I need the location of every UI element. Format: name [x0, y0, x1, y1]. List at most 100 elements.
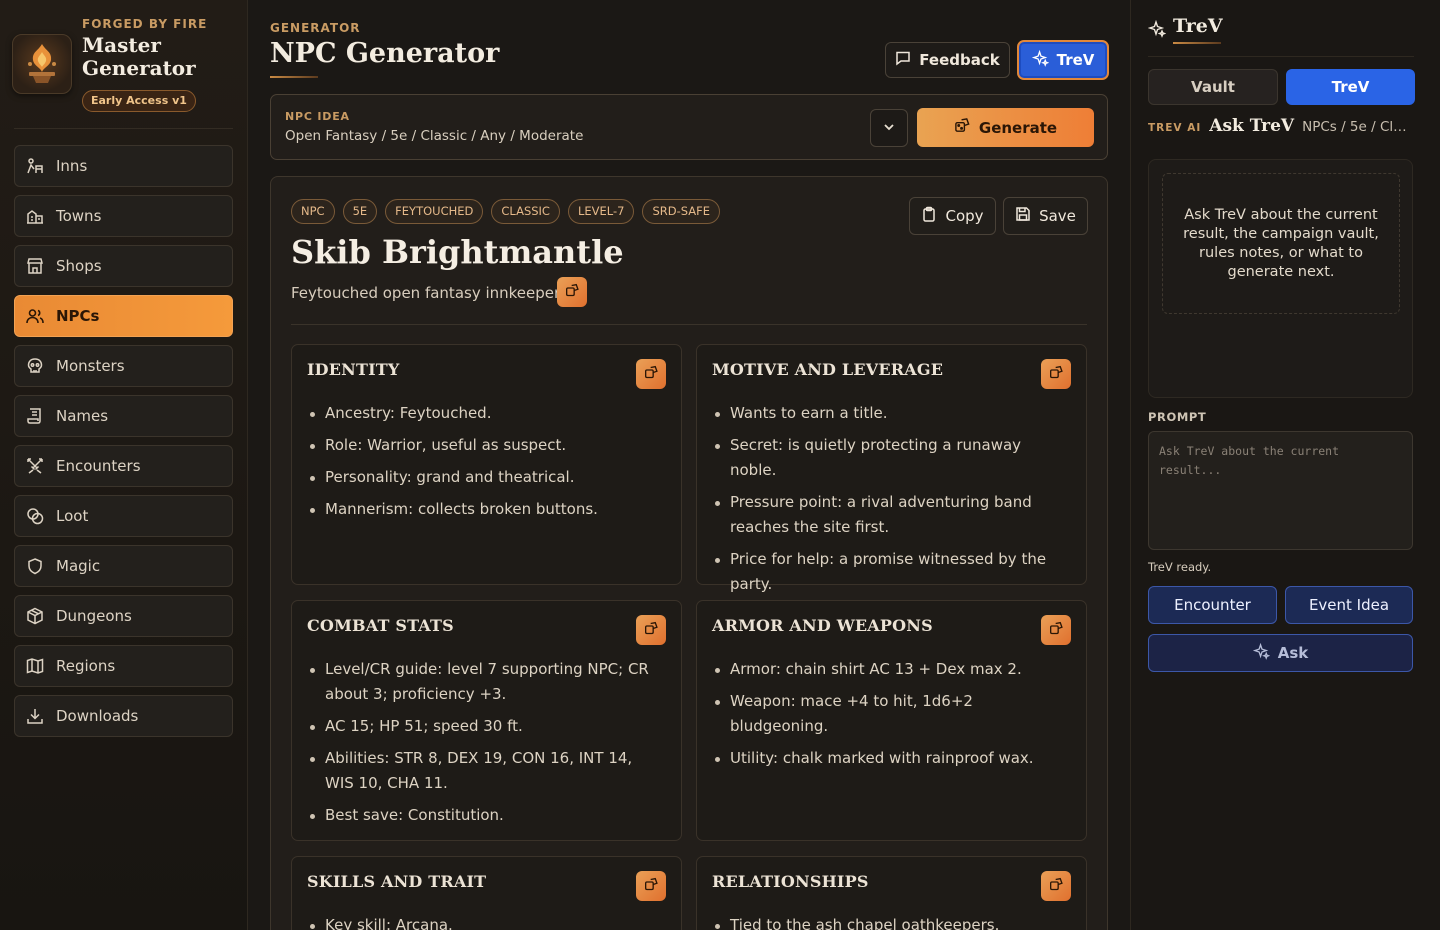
event-idea-button[interactable]: Event Idea	[1285, 586, 1413, 624]
chat-history: Ask TreV about the current result, the c…	[1148, 159, 1413, 398]
list-item: Level/CR guide: level 7 supporting NPC; …	[307, 657, 663, 707]
tag: SRD-SAFE	[642, 199, 721, 224]
tag-list: NPC 5E FEYTOUCHED CLASSIC LEVEL-7 SRD-SA…	[291, 199, 721, 224]
npc-subtitle: Feytouched open fantasy innkeeper	[291, 284, 561, 302]
armor-weapons-section: ARMOR AND WEAPONS Armor: chain shirt AC …	[696, 600, 1087, 841]
save-icon	[1015, 206, 1031, 226]
list-item: Wants to earn a title.	[712, 401, 1068, 426]
sidebar-item-monsters[interactable]: Monsters	[14, 345, 233, 387]
motive-section: MOTIVE AND LEVERAGE Wants to earn a titl…	[696, 344, 1087, 593]
sidebar-item-label: Downloads	[56, 707, 139, 725]
page-kicker: GENERATOR	[270, 21, 361, 35]
sidebar-item-npcs[interactable]: NPCs	[14, 295, 233, 337]
relationships-section: RELATIONSHIPS Tied to the ash chapel oat…	[696, 856, 1087, 930]
sidebar-item-label: Inns	[56, 157, 88, 175]
save-button[interactable]: Save	[1003, 197, 1088, 235]
section-title: SKILLS AND TRAIT	[307, 872, 487, 891]
sidebar-item-inns[interactable]: Inns	[14, 145, 233, 187]
sidebar-item-encounters[interactable]: Encounters	[14, 445, 233, 487]
section-title: ARMOR AND WEAPONS	[712, 616, 933, 635]
list-item: Weapon: mace +4 to hit, 1d6+2 bludgeonin…	[712, 689, 1068, 739]
clipboard-icon	[921, 206, 937, 226]
dice-icon	[644, 365, 659, 384]
ask-button[interactable]: Ask	[1148, 634, 1413, 672]
dice-icon	[644, 877, 659, 896]
tag: LEVEL-7	[567, 199, 635, 224]
idea-kicker: NPC IDEA	[285, 110, 350, 123]
reroll-section-button[interactable]	[1041, 615, 1071, 645]
sidebar-item-shops[interactable]: Shops	[14, 245, 233, 287]
ask-title: Ask TreV	[1209, 116, 1295, 136]
sidebar-item-label: Shops	[56, 257, 102, 275]
sidebar-item-names[interactable]: Names	[14, 395, 233, 437]
crossed-swords-icon	[26, 457, 44, 475]
list-item: Abilities: STR 8, DEX 19, CON 16, INT 14…	[307, 746, 663, 796]
sidebar-item-magic[interactable]: Magic	[14, 545, 233, 587]
list-item: Price for help: a promise witnessed by t…	[712, 547, 1068, 597]
dice-icon	[1049, 621, 1064, 640]
copy-button[interactable]: Copy	[909, 197, 996, 235]
brand-divider	[14, 128, 233, 129]
idea-options-dropdown[interactable]	[870, 109, 908, 147]
sidebar-item-label: Regions	[56, 657, 116, 675]
feedback-label: Feedback	[919, 51, 1000, 69]
brand: FORGED BY FIRE Master Generator Early Ac…	[12, 14, 236, 126]
generate-label: Generate	[978, 118, 1058, 137]
idea-breadcrumb: Open Fantasy / 5e / Classic / Any / Mode…	[285, 128, 584, 144]
list-item: Best save: Constitution.	[307, 803, 663, 828]
trev-button[interactable]: TreV	[1017, 40, 1109, 80]
reroll-section-button[interactable]	[636, 359, 666, 389]
reroll-section-button[interactable]	[1041, 871, 1071, 901]
tab-trev[interactable]: TreV	[1286, 69, 1415, 105]
early-access-badge: Early Access v1	[82, 90, 196, 112]
sidebar-item-regions[interactable]: Regions	[14, 645, 233, 687]
ask-header: TREV AI Ask TreV NPCs / 5e / Clas...	[1148, 116, 1414, 136]
section-list: Tied to the ash chapel oathkeepers.	[712, 913, 1068, 930]
sidebar-item-label: Magic	[56, 557, 101, 575]
sidebar-item-label: Names	[56, 407, 109, 425]
brand-title: Master Generator	[82, 33, 196, 80]
tab-vault[interactable]: Vault	[1148, 69, 1278, 105]
reroll-section-button[interactable]	[636, 871, 666, 901]
dice-icon	[954, 117, 971, 138]
generate-button[interactable]: Generate	[917, 108, 1094, 147]
sidebar-item-downloads[interactable]: Downloads	[14, 695, 233, 737]
title-underline	[270, 76, 318, 78]
ask-label: Ask	[1277, 644, 1309, 662]
panel-underline	[1173, 42, 1221, 44]
prompt-input[interactable]	[1148, 431, 1413, 550]
box-icon	[26, 607, 44, 625]
dice-icon	[1049, 365, 1064, 384]
sidebar: FORGED BY FIRE Master Generator Early Ac…	[0, 0, 248, 930]
combat-stats-section: COMBAT STATS Level/CR guide: level 7 sup…	[291, 600, 682, 841]
sidebar-item-label: Dungeons	[56, 607, 132, 625]
section-title: MOTIVE AND LEVERAGE	[712, 360, 944, 379]
scroll-icon	[26, 407, 44, 425]
skills-trait-section: SKILLS AND TRAIT Key skill: Arcana.	[291, 856, 682, 930]
reroll-section-button[interactable]	[636, 615, 666, 645]
encounter-button[interactable]: Encounter	[1148, 586, 1277, 624]
panel-divider	[1148, 56, 1414, 57]
dice-icon	[1049, 877, 1064, 896]
copy-label: Copy	[945, 207, 984, 225]
trev-panel: TreV Vault TreV TREV AI Ask TreV NPCs / …	[1130, 0, 1440, 930]
sidebar-item-label: Loot	[56, 507, 89, 525]
section-title: RELATIONSHIPS	[712, 872, 869, 891]
panel-title: TreV	[1173, 15, 1223, 37]
sidebar-item-loot[interactable]: Loot	[14, 495, 233, 537]
tag: 5E	[342, 199, 378, 224]
prompt-label: PROMPT	[1148, 410, 1207, 424]
reroll-section-button[interactable]	[1041, 359, 1071, 389]
feedback-button[interactable]: Feedback	[885, 42, 1010, 78]
sidebar-item-dungeons[interactable]: Dungeons	[14, 595, 233, 637]
save-label: Save	[1039, 207, 1076, 225]
main-content: GENERATOR NPC Generator Feedback TreV NP…	[248, 0, 1130, 930]
sidebar-item-label: Monsters	[56, 357, 125, 375]
map-icon	[26, 657, 44, 675]
section-list: Key skill: Arcana.	[307, 913, 663, 930]
message-icon	[895, 50, 911, 70]
list-item: Pressure point: a rival adventuring band…	[712, 490, 1068, 540]
trev-label: TreV	[1056, 51, 1095, 69]
reroll-subtitle-button[interactable]	[557, 277, 587, 307]
sidebar-item-towns[interactable]: Towns	[14, 195, 233, 237]
